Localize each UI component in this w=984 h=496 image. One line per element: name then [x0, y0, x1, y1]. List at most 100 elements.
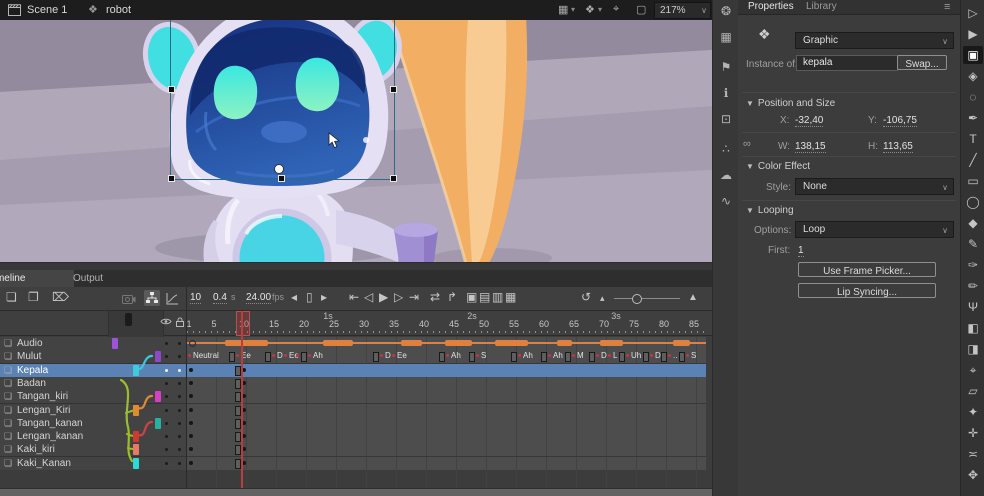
- frames-row-lengan_kiri[interactable]: [187, 404, 706, 418]
- new-layer-icon[interactable]: ❏: [6, 290, 17, 304]
- go-first-frame-icon[interactable]: ⇤: [349, 290, 359, 304]
- parent-chip-lengan_kanan[interactable]: [133, 431, 139, 442]
- looping-section-title[interactable]: ▼Looping: [746, 205, 794, 216]
- loop-options-dropdown[interactable]: Loop∨: [795, 221, 954, 238]
- pen-tool[interactable]: ✒: [963, 109, 983, 127]
- fluid-brush-tool[interactable]: ✏: [963, 277, 983, 295]
- info-panel-icon[interactable]: ℹ: [713, 86, 739, 100]
- align-panel-icon[interactable]: ⚑: [713, 60, 739, 74]
- current-frame-counter[interactable]: 10: [190, 292, 201, 304]
- gradient-transform-tool[interactable]: ◈: [963, 67, 983, 85]
- timeline-ruler[interactable]: 1s2s3s1510152025303540455055606570758085: [0, 311, 712, 336]
- w-value[interactable]: 138,15: [795, 141, 826, 153]
- edit-scene-chevron-icon[interactable]: ▾: [571, 5, 575, 14]
- selection-handle-mid-left[interactable]: [168, 86, 175, 93]
- y-value[interactable]: -106,75: [883, 115, 917, 127]
- parent-chip-kepala[interactable]: [133, 365, 139, 376]
- onion-skin-icon[interactable]: ▣: [466, 290, 477, 304]
- edit-symbols-chevron-icon[interactable]: ▾: [598, 5, 602, 14]
- instance-name-field[interactable]: kepala: [796, 55, 898, 71]
- parent-chip-kaki_kiri[interactable]: [133, 444, 139, 455]
- tab-properties[interactable]: Properties: [744, 0, 798, 14]
- show-hide-all-icon[interactable]: [160, 317, 172, 326]
- eraser-tool[interactable]: ▱: [963, 382, 983, 400]
- timeline-zoom-in-icon[interactable]: ▲: [688, 292, 698, 303]
- position-size-section-title[interactable]: ▼Position and Size: [746, 98, 835, 109]
- hand-tool[interactable]: ✥: [963, 466, 983, 484]
- puppet-pin-tool[interactable]: ✛: [963, 424, 983, 442]
- go-last-frame-icon[interactable]: ⇥: [409, 290, 419, 304]
- frames-row-badan[interactable]: [187, 377, 706, 391]
- panel-menu-icon[interactable]: ≡: [944, 1, 950, 13]
- ink-bottle-tool[interactable]: ◨: [963, 340, 983, 358]
- transform-panel-icon[interactable]: ⊡: [713, 112, 739, 126]
- rectangle-tool[interactable]: ▭: [963, 172, 983, 190]
- show-parenting-view-icon[interactable]: [144, 290, 160, 306]
- timeline-zoom-knob[interactable]: [632, 294, 642, 304]
- frames-row-kaki_kanan[interactable]: [187, 457, 706, 471]
- polystar-tool[interactable]: ◆: [963, 214, 983, 232]
- free-transform-tool[interactable]: ▣: [963, 46, 983, 64]
- classic-brush-tool[interactable]: ✑: [963, 256, 983, 274]
- scene-breadcrumb[interactable]: Scene 1: [27, 4, 67, 16]
- frames-row-audio[interactable]: [187, 337, 706, 351]
- color-effect-section-title[interactable]: ▼Color Effect: [746, 161, 810, 172]
- playhead-marker[interactable]: [236, 311, 250, 336]
- step-forward-icon[interactable]: ▸: [321, 290, 327, 304]
- transformation-point[interactable]: [274, 164, 284, 174]
- pencil-tool[interactable]: ✎: [963, 235, 983, 253]
- lasso-tool[interactable]: ◌: [963, 88, 983, 106]
- edit-multiple-frames-icon[interactable]: ▥: [492, 290, 503, 304]
- x-value[interactable]: -32,40: [795, 115, 823, 127]
- oval-tool[interactable]: ◯: [963, 193, 983, 211]
- next-keyframe-icon[interactable]: ▷: [394, 290, 403, 304]
- use-frame-picker-button[interactable]: Use Frame Picker...: [798, 262, 936, 277]
- onion-outlines-icon[interactable]: ▤: [479, 290, 490, 304]
- timeline-horizontal-scrollbar[interactable]: [0, 488, 712, 496]
- motion-editor-icon[interactable]: ∿: [713, 194, 739, 208]
- center-stage-icon[interactable]: ⌖: [613, 3, 619, 16]
- playhead-line[interactable]: [241, 311, 243, 488]
- loop-range-icon[interactable]: ⇄: [430, 290, 440, 304]
- line-tool[interactable]: ╱: [963, 151, 983, 169]
- asset-warp-tool[interactable]: ✦: [963, 403, 983, 421]
- prev-keyframe-icon[interactable]: ◁: [364, 290, 373, 304]
- elapsed-time-value[interactable]: 0.4: [213, 292, 227, 304]
- tab-library[interactable]: Library: [802, 0, 841, 14]
- eyedropper-tool[interactable]: ⌖: [963, 361, 983, 379]
- clip-content-icon[interactable]: ▢: [636, 3, 646, 16]
- selection-bounding-box[interactable]: [170, 20, 395, 180]
- tab-output[interactable]: Output: [64, 270, 112, 287]
- fps-value[interactable]: 24.00: [246, 292, 271, 304]
- snap-panel-icon[interactable]: ∴: [713, 142, 739, 156]
- parent-chip-mulut[interactable]: [155, 351, 161, 362]
- bone-tool[interactable]: Ψ: [963, 298, 983, 316]
- frames-row-tangan_kanan[interactable]: [187, 417, 706, 431]
- parent-chip-kaki_kanan[interactable]: [133, 458, 139, 469]
- text-tool[interactable]: T: [963, 130, 983, 148]
- timeline-zoom-out-icon[interactable]: ▴: [600, 293, 605, 304]
- parent-chip-audio[interactable]: [112, 338, 118, 349]
- color-panel-icon[interactable]: ❂: [713, 4, 739, 18]
- frames-row-tangan_kiri[interactable]: [187, 390, 706, 404]
- tab-timeline[interactable]: Timeline: [0, 270, 74, 287]
- delete-layer-icon[interactable]: ⌦: [52, 290, 69, 304]
- parent-chip-tangan_kiri[interactable]: [155, 391, 161, 402]
- h-value[interactable]: 113,65: [883, 141, 913, 153]
- stage-zoom-select[interactable]: 217% ∨: [654, 2, 711, 19]
- camera-icon[interactable]: [122, 293, 136, 304]
- frames-row-kepala[interactable]: [187, 364, 706, 378]
- paint-bucket-tool[interactable]: ◧: [963, 319, 983, 337]
- frames-row-mulut[interactable]: NeutralEeDEeFAhDEeAhSAhAhMDLUhD..S: [187, 350, 706, 364]
- selection-handle-bottom-right[interactable]: [390, 175, 397, 182]
- center-frame-icon[interactable]: ▯: [306, 290, 313, 304]
- edit-symbols-icon[interactable]: ❖: [585, 3, 595, 16]
- cc-libraries-icon[interactable]: ☁: [713, 168, 739, 182]
- selection-handle-mid-right[interactable]: [390, 86, 397, 93]
- lip-syncing-button[interactable]: Lip Syncing...: [798, 283, 936, 298]
- selection-handle-bottom-center[interactable]: [278, 175, 285, 182]
- reset-timeline-zoom-icon[interactable]: ↺: [581, 290, 591, 304]
- render-preview-icon[interactable]: ↱: [447, 290, 457, 304]
- timeline-zoom-slider[interactable]: [614, 298, 680, 299]
- play-icon[interactable]: ▶: [379, 290, 388, 304]
